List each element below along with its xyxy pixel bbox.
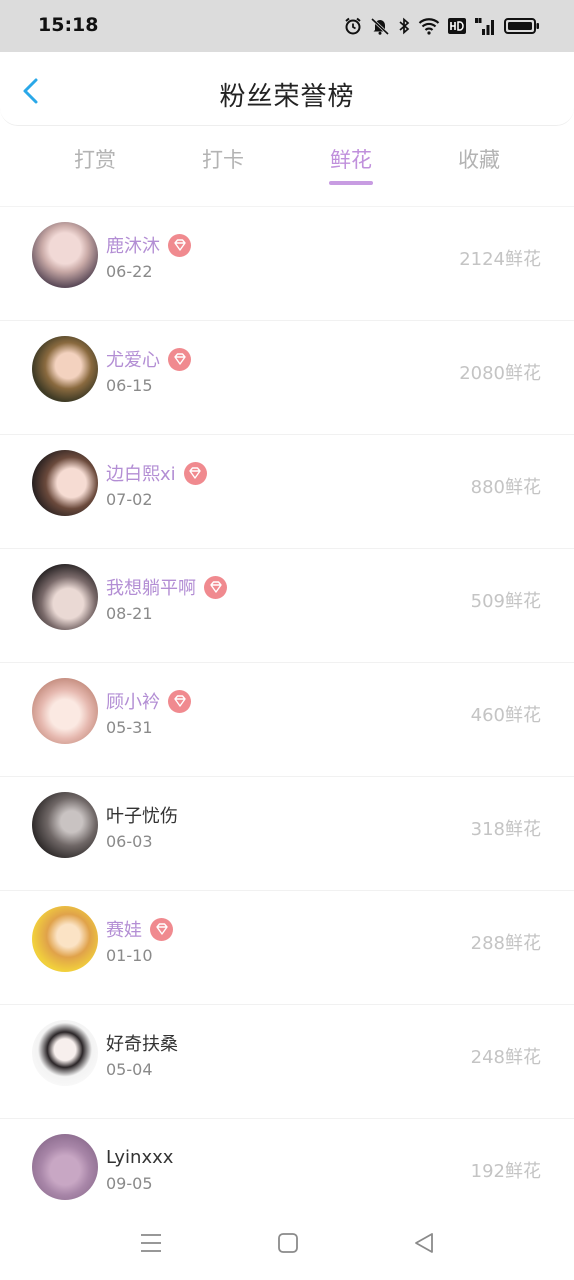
system-nav-bar (0, 1212, 574, 1280)
wifi-icon (418, 18, 440, 35)
avatar (32, 678, 98, 744)
flower-count: 2124鲜花 (459, 249, 541, 270)
battery-icon (504, 18, 539, 34)
diamond-badge-icon (150, 917, 173, 941)
flower-count: 248鲜花 (470, 1047, 541, 1068)
signal-5g-icon (475, 18, 494, 35)
date: 09-05 (106, 1174, 153, 1193)
tab-checkin[interactable]: 打卡 (173, 144, 273, 174)
user-name: 顾小衿 (106, 692, 160, 713)
avatar (32, 906, 98, 972)
date: 06-03 (106, 832, 153, 851)
avatar (32, 792, 98, 858)
flower-count: 288鲜花 (470, 933, 541, 954)
mute-bell-icon (370, 17, 390, 35)
hd-icon (448, 18, 466, 34)
date: 06-22 (106, 262, 153, 281)
status-time: 15:18 (38, 14, 99, 36)
home-button[interactable] (277, 1232, 299, 1258)
user-name: 尤爱心 (106, 350, 160, 371)
diamond-badge-icon (168, 347, 191, 371)
active-tab-indicator (329, 181, 373, 185)
diamond-badge-icon (204, 575, 227, 599)
tab-reward[interactable]: 打赏 (45, 144, 145, 174)
date: 01-10 (106, 946, 153, 965)
avatar (32, 1134, 98, 1200)
user-name: 我想躺平啊 (106, 578, 196, 599)
menu-icon (141, 1234, 161, 1252)
flower-count: 318鲜花 (470, 819, 541, 840)
date: 08-21 (106, 604, 153, 623)
user-name: 赛娃 (106, 920, 142, 941)
diamond-badge-icon (168, 689, 191, 713)
diamond-badge-icon (183, 461, 207, 485)
bluetooth-icon (399, 17, 410, 35)
page-title: 粉丝荣誉榜 (219, 82, 355, 112)
status-icons (344, 14, 540, 38)
avatar (32, 450, 98, 516)
list-item[interactable]: 尤爱心 06-15 2080鲜花 (0, 320, 574, 434)
alarm-icon (345, 17, 361, 35)
flower-count: 509鲜花 (470, 591, 541, 612)
list-item[interactable]: 好奇扶桑 05-04 248鲜花 (0, 1004, 574, 1118)
list-item[interactable]: 边白熙xi 07-02 880鲜花 (0, 434, 574, 548)
date: 05-04 (106, 1060, 153, 1079)
list-item[interactable]: 我想躺平啊 08-21 509鲜花 (0, 548, 574, 662)
avatar (32, 222, 98, 288)
user-name: Lyinxxx (106, 1146, 174, 1168)
avatar (32, 1020, 98, 1086)
date: 05-31 (106, 718, 153, 737)
status-bar: 15:18 (0, 0, 574, 52)
flower-count: 2080鲜花 (459, 363, 541, 384)
menu-button[interactable] (140, 1232, 162, 1258)
avatar (32, 336, 98, 402)
flower-count: 192鲜花 (470, 1161, 541, 1182)
flower-count: 880鲜花 (470, 477, 541, 498)
user-name: 鹿沐沐 (106, 236, 160, 257)
list-item[interactable]: 顾小衿 05-31 460鲜花 (0, 662, 574, 776)
user-name: 好奇扶桑 (106, 1034, 178, 1055)
user-name: 叶子忧伤 (106, 806, 178, 827)
back-nav-button[interactable] (413, 1232, 435, 1258)
user-name: 边白熙xi (106, 464, 176, 485)
flower-count: 460鲜花 (470, 705, 541, 726)
square-icon (278, 1233, 298, 1253)
avatar (32, 564, 98, 630)
diamond-badge-icon (168, 233, 191, 257)
list-item[interactable]: 叶子忧伤 06-03 318鲜花 (0, 776, 574, 890)
header-bar: 粉丝荣誉榜 (0, 52, 574, 126)
tab-flowers[interactable]: 鲜花 (301, 144, 401, 174)
list-item[interactable]: 赛娃 01-10 288鲜花 (0, 890, 574, 1004)
list-item[interactable]: 鹿沐沐 06-22 2124鲜花 (0, 206, 574, 320)
tab-favorites[interactable]: 收藏 (429, 144, 529, 174)
date: 06-15 (106, 376, 153, 395)
triangle-back-icon (415, 1233, 433, 1253)
date: 07-02 (106, 490, 153, 509)
tab-bar: 打赏 打卡 鲜花 收藏 (0, 130, 574, 200)
